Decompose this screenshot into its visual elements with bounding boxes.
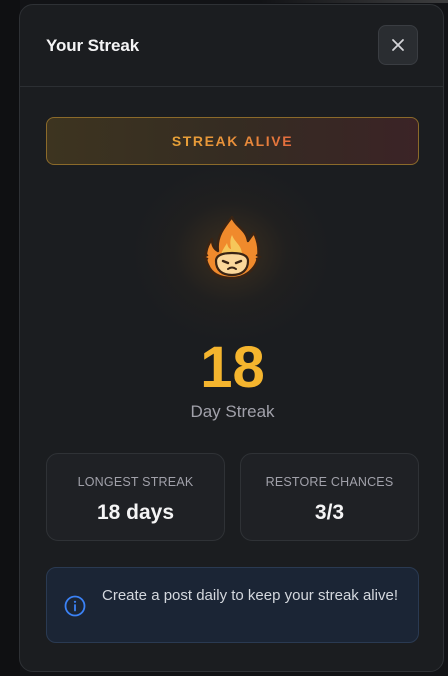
modal-title: Your Streak [46,35,140,55]
close-button[interactable] [378,24,418,65]
longest-streak-card: LONGEST STREAK 18 days [46,453,225,541]
restore-chances-value: 3/3 [314,501,345,524]
streak-count: 18 [200,335,265,400]
info-notice: Create a post daily to keep your streak … [46,567,419,643]
modal-header: Your Streak [20,5,443,87]
restore-chances-label: RESTORE CHANCES [265,475,394,489]
fire-icon [202,215,262,280]
restore-chances-card: RESTORE CHANCES 3/3 [240,453,419,541]
info-text: Create a post daily to keep your streak … [102,587,398,604]
streak-count-label: Day Streak [190,402,275,421]
streak-status-label: STREAK ALIVE [171,133,294,149]
info-icon [64,595,86,617]
longest-streak-label: LONGEST STREAK [77,475,194,489]
backdrop-edge [260,0,448,3]
streak-status-banner: STREAK ALIVE [46,117,419,165]
page-backdrop [0,0,20,676]
close-icon [392,38,404,51]
streak-modal: Your Streak STREAK ALIVE 18 Day Streak L… [19,4,444,672]
longest-streak-value: 18 days [96,501,175,524]
